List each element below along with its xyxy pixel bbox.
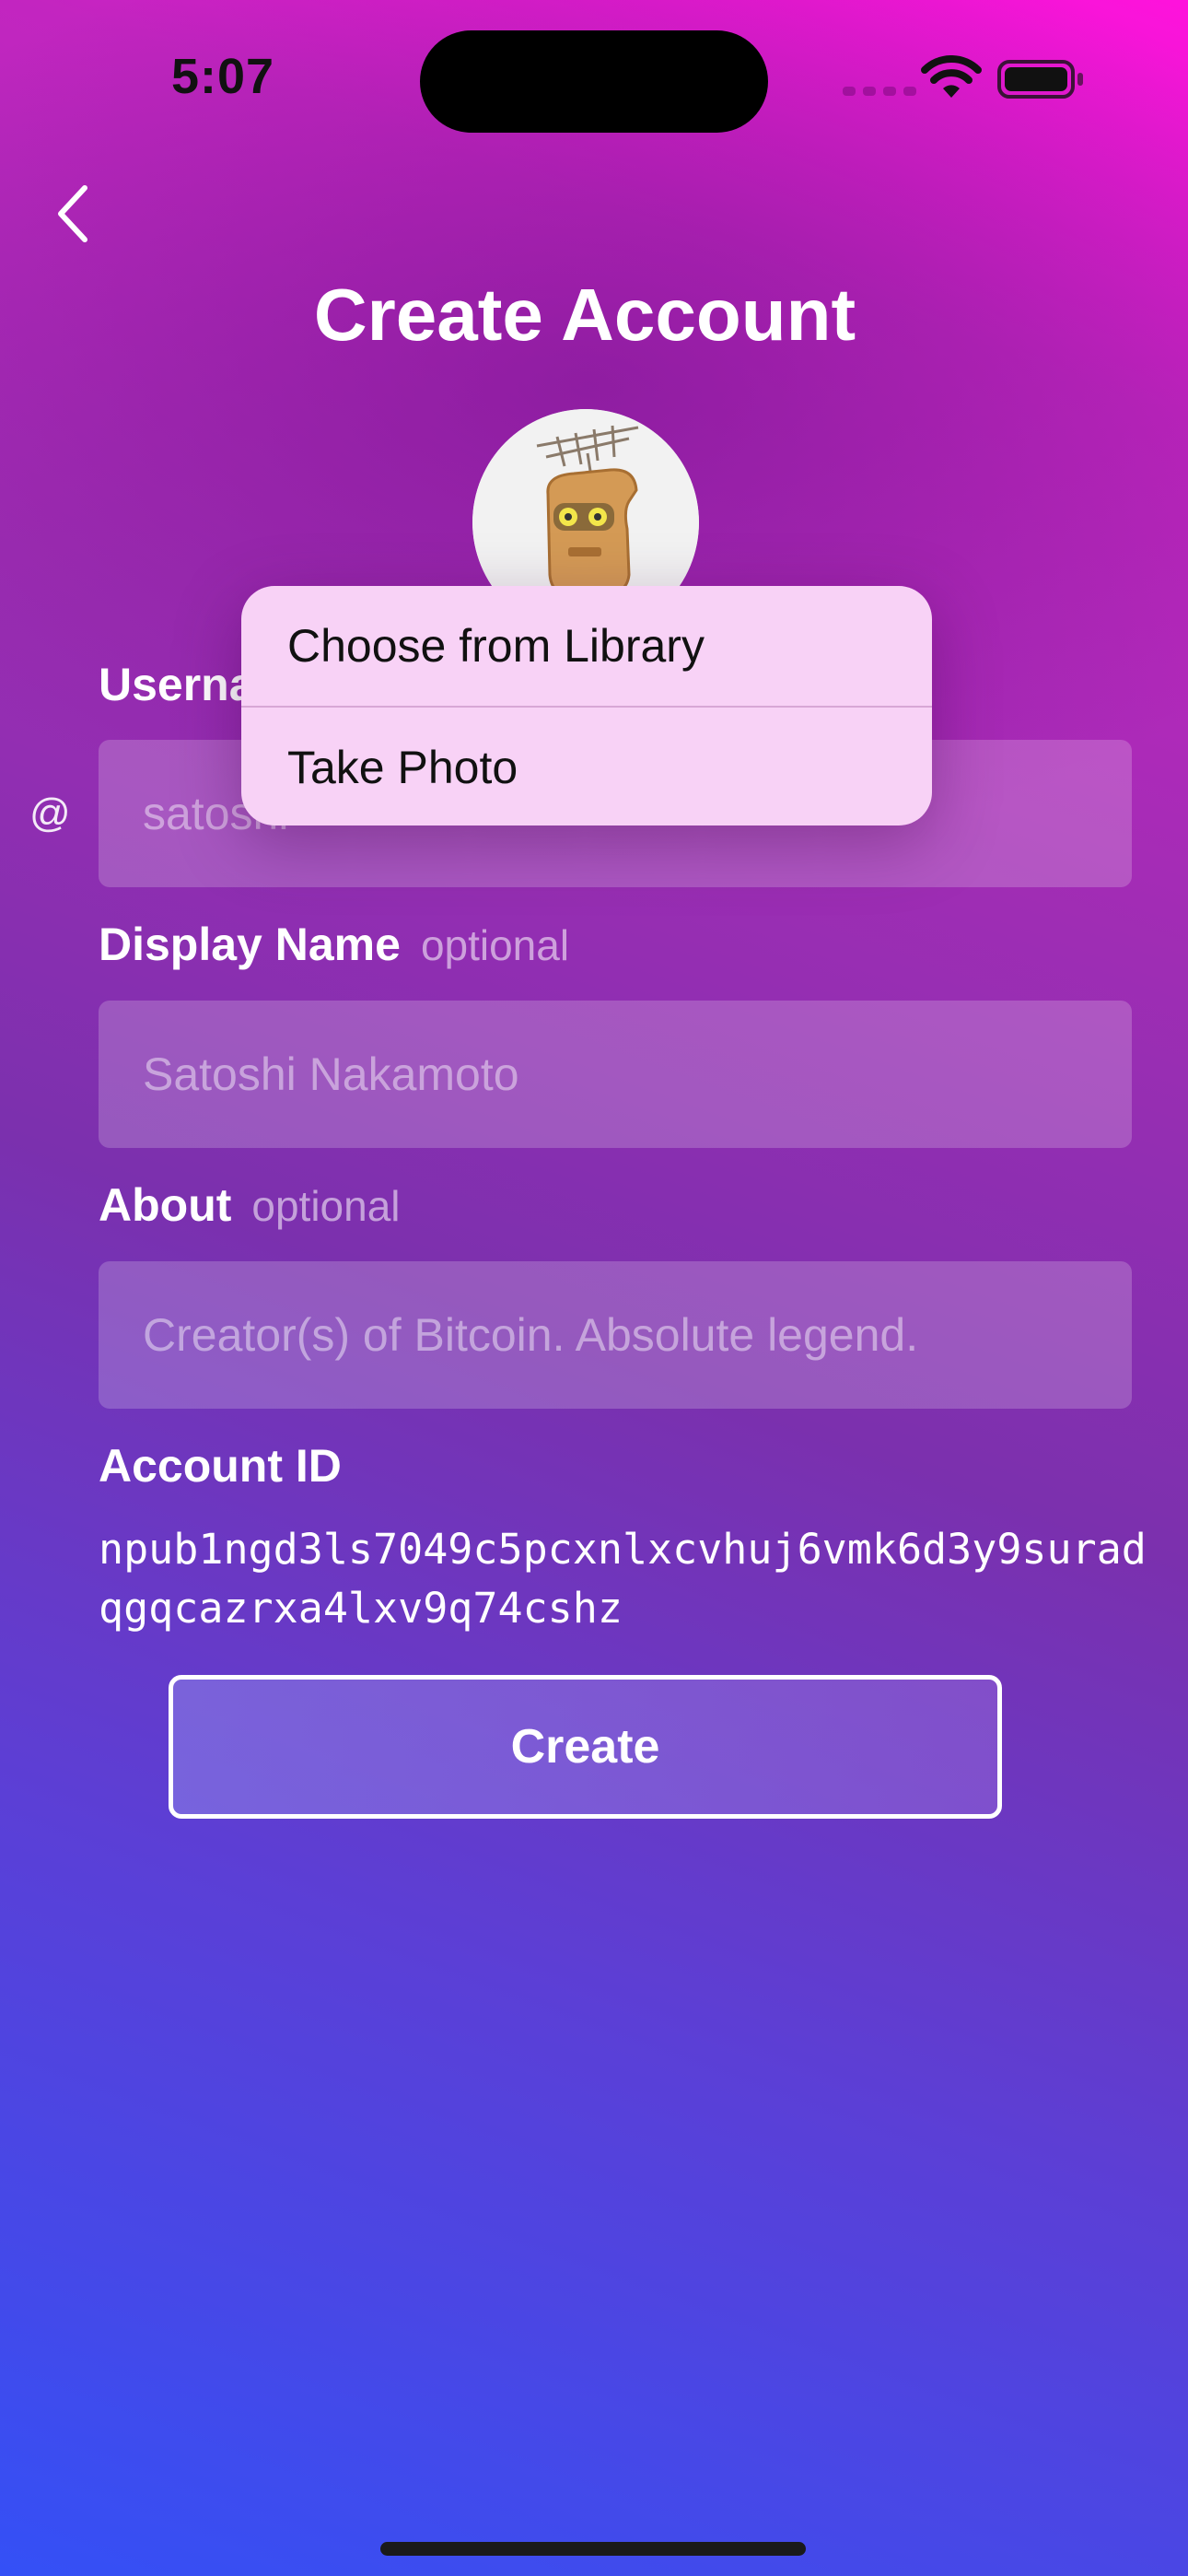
wifi-icon: [921, 55, 982, 98]
display-name-input[interactable]: [99, 1001, 1132, 1148]
about-optional-tag: optional: [251, 1182, 401, 1230]
home-indicator[interactable]: [380, 2542, 806, 2556]
about-label-text: About: [99, 1179, 232, 1231]
dynamic-island: [420, 30, 768, 133]
create-button[interactable]: Create: [169, 1675, 1002, 1819]
menu-item-choose-from-library[interactable]: Choose from Library: [241, 586, 932, 706]
photo-source-menu: Choose from Library Take Photo: [241, 586, 932, 825]
cellular-signal-icon: [843, 87, 916, 96]
chevron-left-icon: [58, 185, 87, 242]
battery-icon: [997, 60, 1083, 99]
status-time: 5:07: [171, 49, 275, 104]
back-button[interactable]: [48, 181, 103, 247]
about-label: About optional: [99, 1178, 401, 1232]
display-name-label-text: Display Name: [99, 919, 401, 970]
display-name-optional-tag: optional: [420, 921, 570, 969]
page-title: Create Account: [313, 274, 856, 356]
at-prefix: @: [29, 790, 71, 836]
display-name-label: Display Name optional: [99, 918, 569, 971]
about-input[interactable]: [99, 1261, 1132, 1409]
account-id-value: npub1ngd3ls7049c5pcxnlxcvhuj6vmk6d3y9sur…: [99, 1525, 1147, 1633]
account-id-label: Account ID: [99, 1440, 342, 1492]
menu-item-take-photo[interactable]: Take Photo: [241, 708, 932, 825]
